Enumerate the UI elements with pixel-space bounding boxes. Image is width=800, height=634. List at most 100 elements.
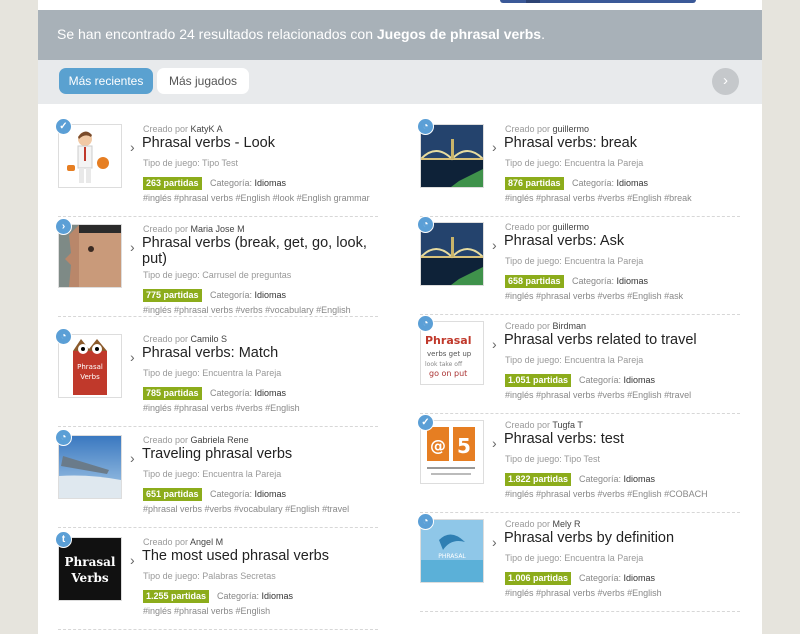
category: Categoría: Idiomas — [210, 489, 287, 499]
chevron-right-icon: › — [130, 552, 135, 568]
game-type: Tipo de juego: Encuentra la Pareja — [505, 553, 644, 563]
game-type-badge-icon: ◔ — [417, 315, 434, 332]
game-tags[interactable]: #inglés #phrasal verbs #verbs #English #… — [505, 390, 691, 400]
game-title[interactable]: Phrasal verbs by definition — [504, 530, 740, 546]
game-title[interactable]: The most used phrasal verbs — [142, 548, 378, 564]
plays-badge: 658 partidas — [505, 275, 564, 288]
chevron-right-icon: › — [130, 450, 135, 466]
top-strip — [38, 0, 762, 10]
plays-badge: 651 partidas — [143, 488, 202, 501]
facebook-icon[interactable] — [526, 0, 540, 3]
created-by-label: Creado por — [505, 519, 551, 529]
svg-text:Phrasal: Phrasal — [65, 555, 116, 569]
game-card[interactable]: ◔ › Creado por guillermo Phrasal verbs: bre… — [417, 118, 742, 217]
tab-most-recent[interactable]: Más recientes — [59, 68, 153, 94]
svg-text:go on put: go on put — [429, 369, 467, 378]
creator-line: Creado por Gabriela Rene — [143, 435, 249, 445]
game-title[interactable]: Phrasal verbs related to travel — [504, 332, 740, 348]
game-card[interactable]: ◔ › Creado por Gabriela Rene Traveling phra… — [55, 429, 380, 528]
game-card[interactable]: › › Creado por Maria Jose M Phrasal verbs (… — [55, 218, 380, 317]
game-type-badge-icon: › — [55, 218, 72, 235]
game-tags[interactable]: #phrasal verbs #verbs #vocabulary #Engli… — [143, 504, 349, 514]
svg-text:Verbs: Verbs — [80, 373, 100, 381]
game-title[interactable]: Phrasal verbs: Match — [142, 345, 378, 361]
game-tags[interactable]: #inglés #phrasal verbs #English — [143, 606, 270, 616]
results-text: Se han encontrado 24 resultados relacion… — [57, 26, 377, 42]
plays-badge: 1.255 partidas — [143, 590, 210, 603]
game-type-badge-icon: t — [55, 531, 72, 548]
creator-line: Creado por KatyK A — [143, 124, 223, 134]
game-tags[interactable]: #inglés #phrasal verbs #verbs #English #… — [505, 489, 708, 499]
category: Categoría: Idiomas — [217, 591, 294, 601]
plays-badge: 1.822 partidas — [505, 473, 572, 486]
game-type: Tipo de juego: Encuentra la Pareja — [505, 256, 644, 266]
game-type: Tipo de juego: Tipo Test — [143, 158, 239, 168]
svg-text:Phrasal: Phrasal — [425, 334, 471, 347]
created-by-label: Creado por — [505, 321, 551, 331]
creator-name[interactable]: Mely R — [553, 519, 581, 529]
plays-badge: 1.051 partidas — [505, 374, 572, 387]
creator-name[interactable]: guillermo — [553, 222, 590, 232]
created-by-label: Creado por — [143, 124, 189, 134]
creator-name[interactable]: Maria Jose M — [191, 224, 245, 234]
game-tags[interactable]: #inglés #phrasal verbs #verbs #English — [505, 588, 662, 598]
game-card[interactable]: ✓ › Creado por KatyK A Phrasal verbs - Look… — [55, 118, 380, 217]
category: Categoría: Idiomas — [210, 178, 287, 188]
game-title[interactable]: Phrasal verbs (break, get, go, look, put… — [142, 235, 378, 267]
chevron-right-icon: › — [492, 435, 497, 451]
svg-text:5: 5 — [457, 434, 471, 458]
game-title[interactable]: Phrasal verbs - Look — [142, 135, 378, 151]
sort-tabs: Más recientes Más jugados › — [38, 60, 762, 104]
creator-name[interactable]: Angel M — [190, 537, 223, 547]
game-type: Tipo de juego: Encuentra la Pareja — [505, 355, 644, 365]
svg-text:look take off: look take off — [425, 361, 463, 368]
category: Categoría: Idiomas — [579, 375, 656, 385]
card-divider — [58, 527, 378, 528]
game-card[interactable]: Phrasal Verbs t › Creado por Angel M The most… — [55, 531, 380, 630]
creator-name[interactable]: Tugfa T — [552, 420, 583, 430]
game-card[interactable]: ◔ › Creado por guillermo Phrasal verbs: Ask… — [417, 216, 742, 315]
creator-line: Creado por Angel M — [143, 537, 223, 547]
game-type: Tipo de juego: Encuentra la Pareja — [143, 368, 282, 378]
chevron-right-icon: › — [130, 239, 135, 255]
game-tags[interactable]: #inglés #phrasal verbs #verbs #English #… — [505, 193, 692, 203]
game-type: Tipo de juego: Tipo Test — [505, 454, 601, 464]
game-tags[interactable]: #inglés #phrasal verbs #verbs #vocabular… — [143, 305, 351, 315]
category: Categoría: Idiomas — [579, 573, 656, 583]
creator-name[interactable]: guillermo — [553, 124, 590, 134]
game-type-badge-icon: ◔ — [417, 216, 434, 233]
card-divider — [58, 216, 378, 217]
plays-badge: 1.006 partidas — [505, 572, 572, 585]
created-by-label: Creado por — [143, 435, 189, 445]
game-type-badge-icon: ✓ — [417, 414, 434, 431]
creator-name[interactable]: KatyK A — [191, 124, 223, 134]
game-tags[interactable]: #inglés #phrasal verbs #verbs #English — [143, 403, 300, 413]
creator-name[interactable]: Gabriela Rene — [191, 435, 249, 445]
game-card[interactable]: Phrasal Verbs ◔ › Creado por Camilo S Phrasal… — [55, 328, 380, 427]
tab-most-played[interactable]: Más jugados — [157, 68, 249, 94]
creator-line: Creado por guillermo — [505, 124, 589, 134]
game-card[interactable]: PHRASAL ◔ › Creado por Mely R Phrasal verbs … — [417, 513, 742, 612]
next-arrow-icon[interactable]: › — [712, 68, 739, 95]
results-panel: Más recientes Más jugados › ✓ › Creado por… — [38, 60, 762, 634]
creator-name[interactable]: Birdman — [553, 321, 587, 331]
game-tags[interactable]: #inglés #phrasal verbs #verbs #English #… — [505, 291, 683, 301]
category: Categoría: Idiomas — [572, 178, 649, 188]
game-type-badge-icon: ◔ — [417, 513, 434, 530]
game-type: Tipo de juego: Carrusel de preguntas — [143, 270, 292, 280]
game-type: Tipo de juego: Encuentra la Pareja — [505, 158, 644, 168]
game-title[interactable]: Phrasal verbs: test — [504, 431, 740, 447]
creator-name[interactable]: Camilo S — [191, 334, 228, 344]
svg-text:@: @ — [430, 436, 446, 455]
created-by-label: Creado por — [143, 224, 189, 234]
game-type-badge-icon: ◔ — [417, 118, 434, 135]
game-card[interactable]: @5 ✓ › Creado por Tugfa T Phrasal verbs: tes… — [417, 414, 742, 513]
game-type: Tipo de juego: Encuentra la Pareja — [143, 469, 282, 479]
category: Categoría: Idiomas — [572, 276, 649, 286]
card-divider — [58, 629, 378, 630]
game-title[interactable]: Phrasal verbs: break — [504, 135, 740, 151]
game-title[interactable]: Phrasal verbs: Ask — [504, 233, 740, 249]
game-tags[interactable]: #inglés #phrasal verbs #English #look #E… — [143, 193, 370, 203]
game-title[interactable]: Traveling phrasal verbs — [142, 446, 378, 462]
game-card[interactable]: Phrasal verbs get up look take off go on pu… — [417, 315, 742, 414]
